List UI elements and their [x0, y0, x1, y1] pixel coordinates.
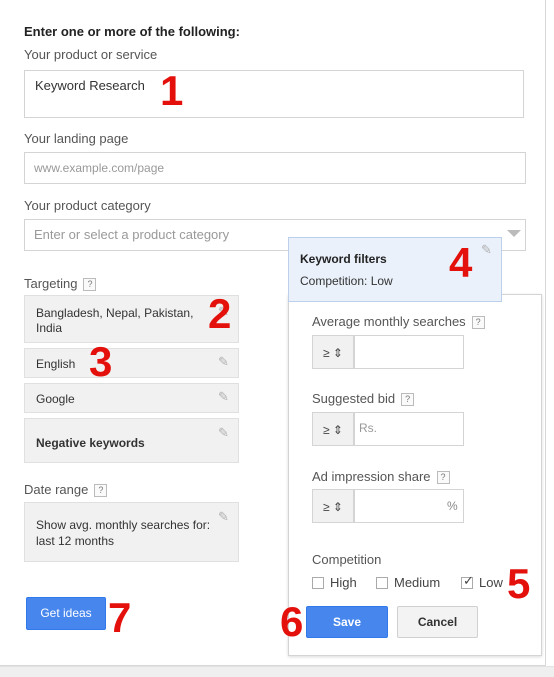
- annotation-1: 1: [160, 67, 184, 114]
- competition-label: Competition: [312, 552, 382, 567]
- pencil-icon[interactable]: ✎: [218, 354, 229, 370]
- help-icon[interactable]: ?: [401, 393, 415, 407]
- annotation-3: 3: [89, 338, 113, 385]
- competition-high-checkbox[interactable]: [312, 576, 324, 589]
- date-range-text: Show avg. monthly searches for: last 12 …: [36, 518, 211, 548]
- avg-searches-input[interactable]: [354, 335, 464, 369]
- product-label: Your product or service: [24, 47, 158, 62]
- suggested-bid-label-text: Suggested bid: [312, 391, 396, 406]
- keyword-filters-title: Keyword filters: [300, 252, 387, 266]
- keyword-filters-summary: Competition: Low: [300, 274, 393, 288]
- annotation-2: 2: [208, 290, 232, 337]
- suggested-bid-label: Suggested bid?: [312, 391, 415, 407]
- date-range-label: Date range?: [24, 482, 108, 498]
- category-placeholder: Enter or select a product category: [34, 227, 230, 242]
- annotation-4: 4: [449, 239, 473, 286]
- annotation-6: 6: [280, 598, 304, 645]
- competition-low-label: Low: [479, 575, 503, 591]
- negative-keywords-text: Negative keywords: [36, 436, 145, 450]
- avg-searches-label-text: Average monthly searches: [312, 314, 466, 329]
- competition-high-option[interactable]: High: [312, 574, 357, 592]
- targeting-label: Targeting?: [24, 276, 97, 292]
- targeting-network[interactable]: Google ✎: [24, 383, 239, 413]
- pencil-icon[interactable]: ✎: [218, 509, 229, 525]
- competition-medium-label: Medium: [394, 575, 441, 591]
- targeting-label-text: Targeting: [24, 276, 78, 291]
- date-range-label-text: Date range: [24, 482, 89, 497]
- date-range-box[interactable]: Show avg. monthly searches for: last 12 …: [24, 502, 239, 562]
- chevron-down-icon[interactable]: [507, 230, 521, 237]
- avg-searches-label: Average monthly searches?: [312, 314, 485, 330]
- landing-placeholder: www.example.com/page: [34, 161, 165, 175]
- help-icon[interactable]: ?: [94, 484, 108, 498]
- help-icon[interactable]: ?: [471, 316, 485, 330]
- targeting-negative-keywords[interactable]: Negative keywords ✎: [24, 418, 239, 463]
- competition-low-checkbox[interactable]: ✓: [461, 572, 474, 589]
- competition-high-label: High: [330, 575, 357, 591]
- language-text: English: [36, 357, 76, 371]
- competition-medium-option[interactable]: Medium: [376, 574, 440, 592]
- targeting-locations[interactable]: Bangladesh, Nepal, Pakistan, India ✎: [24, 295, 239, 343]
- product-input[interactable]: Keyword Research: [24, 70, 524, 118]
- get-ideas-button[interactable]: Get ideas: [26, 597, 106, 630]
- form-heading: Enter one or more of the following:: [24, 24, 240, 39]
- product-input-value: Keyword Research: [35, 78, 145, 93]
- annotation-7: 7: [108, 594, 132, 641]
- targeting-language[interactable]: English ✎: [24, 348, 239, 378]
- landing-input[interactable]: www.example.com/page: [24, 152, 526, 184]
- annotation-5: 5: [507, 560, 531, 607]
- bottom-strip: [0, 666, 554, 677]
- pencil-icon[interactable]: ✎: [481, 242, 492, 258]
- help-icon[interactable]: ?: [83, 278, 97, 292]
- category-label: Your product category: [24, 198, 151, 213]
- checkmark-icon: ✓: [463, 572, 474, 588]
- landing-label: Your landing page: [24, 131, 129, 146]
- competition-low-option[interactable]: ✓ Low: [461, 572, 503, 592]
- share-unit: %: [447, 499, 458, 513]
- save-button[interactable]: Save: [306, 606, 388, 638]
- impression-share-label: Ad impression share?: [312, 469, 450, 485]
- bid-operator-select[interactable]: ≥ ⇕: [312, 412, 354, 446]
- cancel-button[interactable]: Cancel: [397, 606, 478, 638]
- locations-text: Bangladesh, Nepal, Pakistan, India: [36, 306, 194, 335]
- pencil-icon[interactable]: ✎: [218, 425, 229, 441]
- suggested-bid-input[interactable]: Rs.: [354, 412, 464, 446]
- avg-operator-select[interactable]: ≥ ⇕: [312, 335, 354, 369]
- pencil-icon[interactable]: ✎: [218, 389, 229, 405]
- help-icon[interactable]: ?: [436, 471, 450, 485]
- impression-share-label-text: Ad impression share: [312, 469, 431, 484]
- impression-share-input[interactable]: %: [354, 489, 464, 523]
- competition-medium-checkbox[interactable]: [376, 576, 388, 589]
- bid-placeholder: Rs.: [359, 421, 377, 435]
- share-operator-select[interactable]: ≥ ⇕: [312, 489, 354, 523]
- network-text: Google: [36, 392, 75, 406]
